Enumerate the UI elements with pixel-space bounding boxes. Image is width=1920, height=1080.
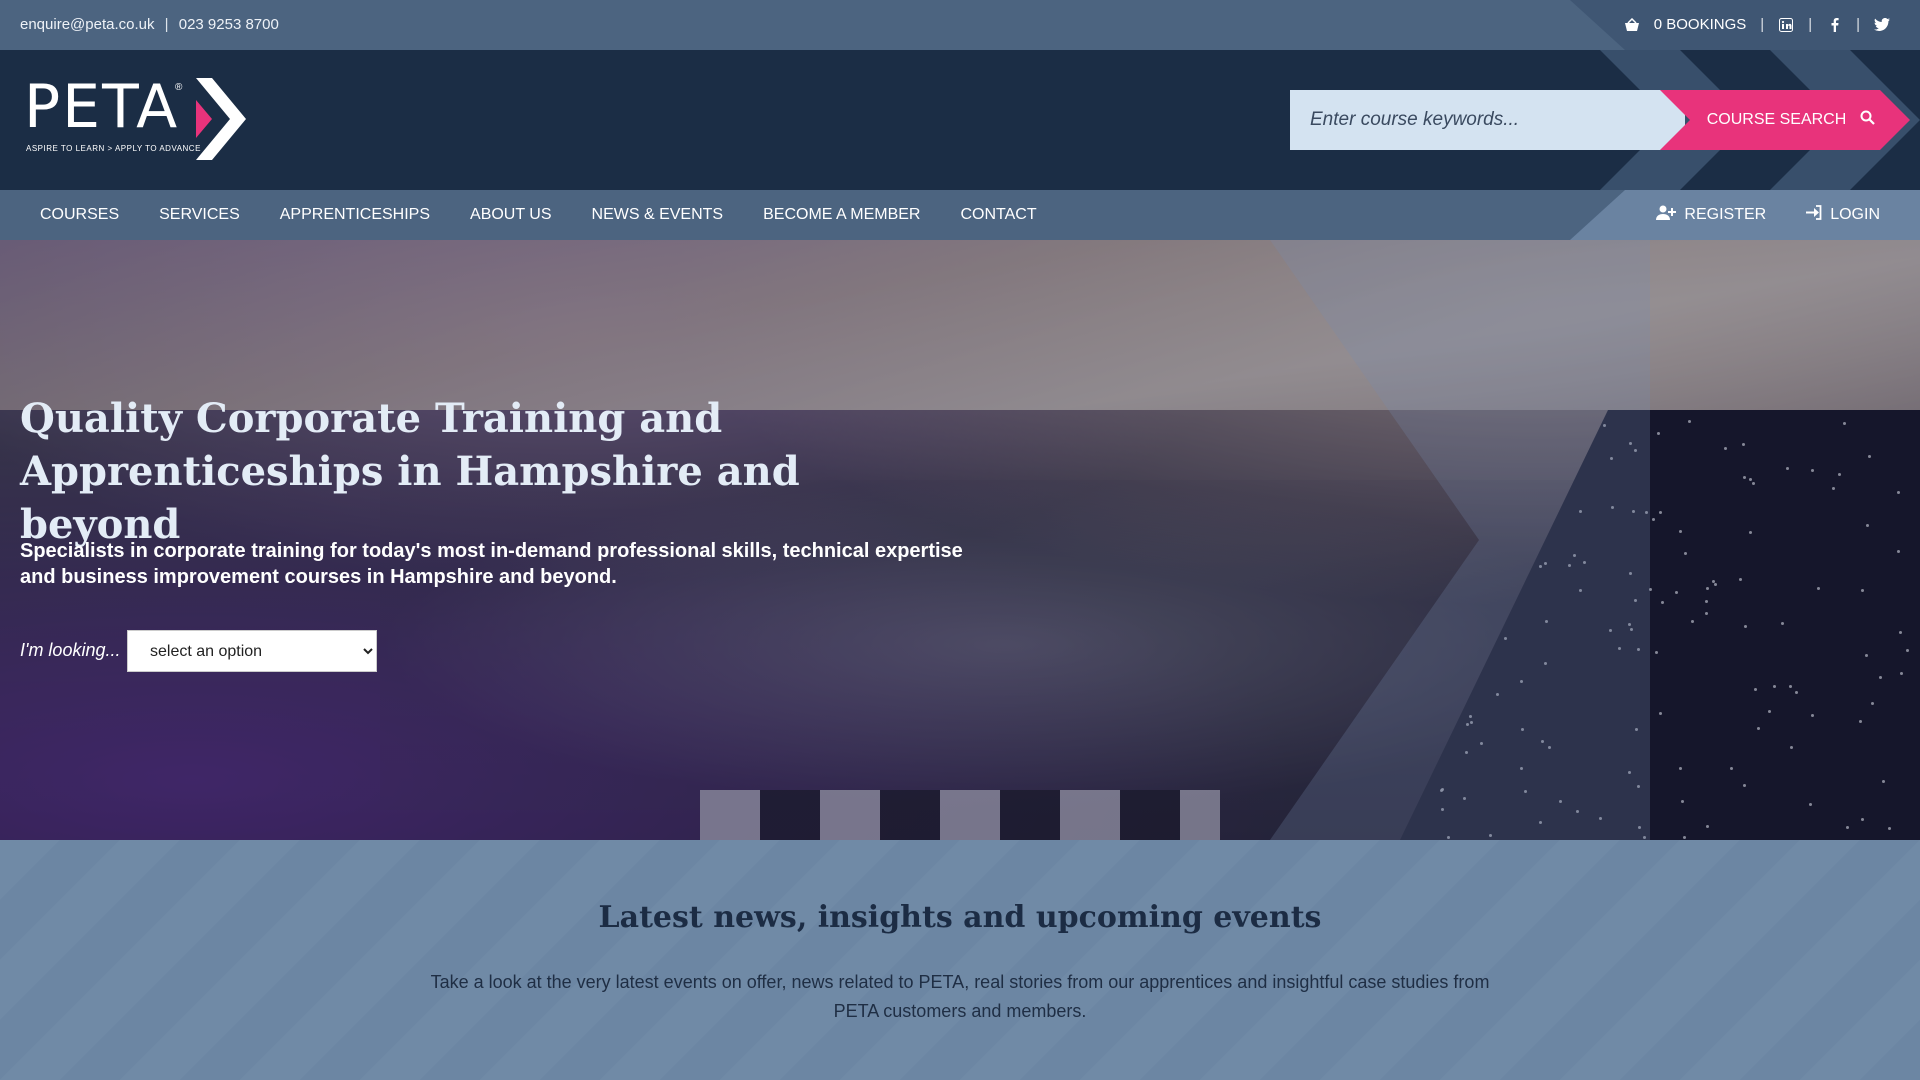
course-search: COURSE SEARCH [1290,90,1910,150]
site-header: PETA ® ASPIRE TO LEARN > APPLY TO ADVANC… [0,50,1920,190]
registered-mark: ® [175,82,183,93]
phone-link[interactable]: 023 9253 8700 [179,16,279,33]
divider: | [1808,16,1813,33]
hero-title-line1: Quality Corporate Training and [20,395,723,442]
divider: | [1760,16,1765,33]
search-icon [1860,110,1876,130]
nav-courses[interactable]: COURSES [20,206,139,224]
nav-become-member[interactable]: BECOME A MEMBER [743,206,940,224]
looking-label: I'm looking... [20,640,121,660]
news-section: Latest news, insights and upcoming event… [0,840,1920,1080]
sign-in-icon [1806,205,1822,225]
twitter-icon[interactable] [1874,17,1890,33]
hero-lead: Specialists in corporate training for to… [20,540,963,588]
course-search-button[interactable]: COURSE SEARCH [1660,90,1910,150]
separator: | [164,16,169,33]
bookings-link[interactable]: 0 BOOKINGS [1654,16,1747,33]
register-label: REGISTER [1684,206,1767,223]
hero-banner: Quality Corporate Training and Apprentic… [0,240,1920,840]
logo-tagline: ASPIRE TO LEARN > APPLY TO ADVANCE [26,144,201,153]
logo-chevron-icon [196,78,246,160]
contact-info: enquire@peta.co.uk | 023 9253 8700 [20,16,279,33]
news-description: Take a look at the very latest events on… [430,972,1490,1021]
email-link[interactable]: enquire@peta.co.uk [20,16,154,33]
main-navigation: COURSES SERVICES APPRENTICESHIPS ABOUT U… [0,190,1920,240]
nav-services[interactable]: SERVICES [139,206,260,224]
divider: | [1856,16,1860,33]
course-search-input[interactable] [1290,90,1685,150]
facebook-icon[interactable] [1826,17,1842,33]
course-search-label: COURSE SEARCH [1706,111,1847,128]
nav-about-us[interactable]: ABOUT US [450,206,572,224]
peta-logo[interactable]: PETA ® ASPIRE TO LEARN > APPLY TO ADVANC… [24,72,254,162]
nav-news-events[interactable]: NEWS & EVENTS [572,206,744,224]
logo-wordmark: PETA [24,72,180,142]
top-contact-bar: enquire@peta.co.uk | 023 9253 8700 0 BOO… [0,0,1920,50]
login-label: LOGIN [1830,206,1880,223]
account-panel: REGISTER LOGIN [1570,190,1920,240]
nav-apprenticeships[interactable]: APPRENTICESHIPS [260,206,450,224]
news-heading: Latest news, insights and upcoming event… [598,900,1322,935]
register-link[interactable]: REGISTER [1656,205,1766,225]
nav-contact[interactable]: CONTACT [940,206,1056,224]
hero-title: Quality Corporate Training and Apprentic… [20,392,920,551]
hero-title-line2: Apprenticeships in Hampshire and beyond [20,448,800,548]
topbar-right-panel: 0 BOOKINGS | | | [1570,0,1920,50]
login-link[interactable]: LOGIN [1806,205,1880,225]
user-plus-icon [1656,205,1677,225]
basket-icon[interactable] [1624,17,1640,33]
news-background [0,840,1920,1080]
looking-select[interactable]: select an option [127,630,377,672]
linkedin-icon[interactable] [1778,17,1794,33]
